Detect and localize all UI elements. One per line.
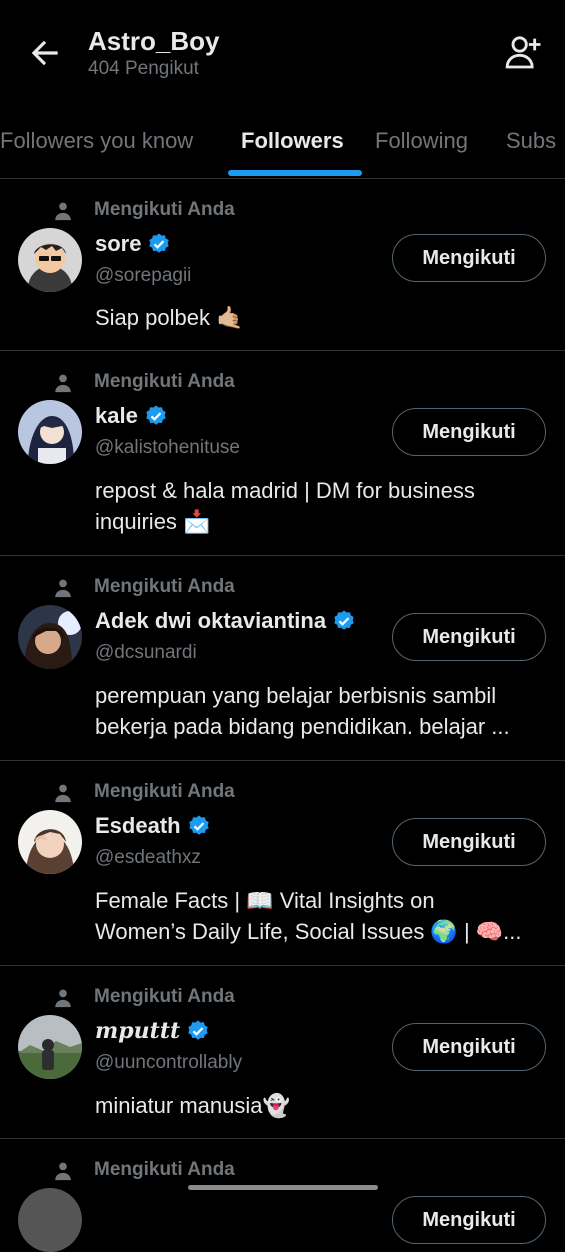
verified-badge-icon <box>146 405 166 425</box>
display-name: mputtt <box>95 1018 181 1044</box>
avatar[interactable] <box>18 228 82 292</box>
follows-you-label: Mengikuti Anda <box>94 781 235 802</box>
person-icon <box>55 202 71 221</box>
tab-bar: Followers you know Followers Following S… <box>0 108 565 179</box>
user-bio: miniatur manusia👻 <box>95 1093 290 1118</box>
follower-count: 404 Pengikut <box>88 58 199 79</box>
list-item[interactable]: Mengikuti Anda kale @kalistohenituse Men… <box>0 351 565 556</box>
avatar[interactable] <box>18 605 82 669</box>
home-indicator[interactable] <box>188 1185 378 1190</box>
avatar[interactable] <box>18 400 82 464</box>
profile-header: Astro_Boy 404 Pengikut <box>0 0 565 108</box>
display-name: Adek dwi oktaviantina <box>95 608 327 633</box>
name-row: Esdeath <box>95 813 211 839</box>
back-arrow-icon[interactable] <box>26 34 64 72</box>
person-icon <box>55 374 71 393</box>
display-name: Esdeath <box>95 813 181 838</box>
active-tab-indicator <box>228 170 362 176</box>
add-user-icon[interactable] <box>503 32 543 72</box>
following-button[interactable]: Mengikuti <box>392 1196 546 1244</box>
avatar[interactable] <box>18 1188 82 1252</box>
follows-you-context: Mengikuti Anda <box>52 1159 235 1183</box>
person-icon <box>55 579 71 598</box>
verified-badge-icon <box>334 610 354 630</box>
display-name: kale <box>95 403 138 428</box>
follows-you-context: Mengikuti Anda <box>52 371 235 395</box>
followers-list: Mengikuti Anda sore @sorepagii Mengikuti… <box>0 179 565 1252</box>
following-button[interactable]: Mengikuti <box>392 408 546 456</box>
avatar[interactable] <box>18 1015 82 1079</box>
follows-you-label: Mengikuti Anda <box>94 1159 235 1180</box>
verified-badge-icon <box>149 233 170 253</box>
follows-you-label: Mengikuti Anda <box>94 986 235 1007</box>
user-bio: Female Facts | 📖 Vital Insights on Women… <box>95 888 522 944</box>
list-item[interactable]: Mengikuti Anda sore @sorepagii Mengikuti… <box>0 179 565 351</box>
username: @kalistohenituse <box>95 437 240 458</box>
follows-you-context: Mengikuti Anda <box>52 576 235 600</box>
username: @sorepagii <box>95 265 192 286</box>
page-title: Astro_Boy <box>88 26 220 56</box>
follows-you-label: Mengikuti Anda <box>94 371 235 392</box>
following-button[interactable]: Mengikuti <box>392 818 546 866</box>
avatar[interactable] <box>18 810 82 874</box>
follows-you-label: Mengikuti Anda <box>94 576 235 597</box>
username: @esdeathxz <box>95 847 201 868</box>
person-icon <box>55 784 71 803</box>
user-bio: perempuan yang belajar berbisnis sambil … <box>95 683 510 739</box>
follows-you-context: Mengikuti Anda <box>52 199 235 223</box>
user-bio: repost & hala madrid | DM for business i… <box>95 478 475 534</box>
name-row: kale <box>95 403 168 429</box>
name-row: Adek dwi oktaviantina <box>95 608 356 634</box>
tab-followers[interactable]: Followers <box>241 128 344 154</box>
display-name: sore <box>95 231 142 256</box>
list-item[interactable]: Mengikuti Anda Esdeath @esdeathxz Mengik… <box>0 761 565 966</box>
following-button[interactable]: Mengikuti <box>392 1023 546 1071</box>
follows-you-label: Mengikuti Anda <box>94 199 235 220</box>
follows-you-context: Mengikuti Anda <box>52 781 235 805</box>
list-item[interactable]: Mengikuti Anda Mengikuti <box>0 1139 565 1252</box>
username: @uuncontrollably <box>95 1052 243 1073</box>
tab-following[interactable]: Following <box>375 128 468 154</box>
verified-badge-icon <box>188 1020 208 1040</box>
list-item[interactable]: Mengikuti Anda Adek dwi oktaviantina @dc… <box>0 556 565 761</box>
person-icon <box>55 1162 71 1181</box>
user-bio: Siap polbek 🤙🏼 <box>95 305 244 330</box>
list-item[interactable]: Mengikuti Anda mputtt @uuncontrollably M… <box>0 966 565 1139</box>
tab-subscriptions[interactable]: Subs <box>506 128 556 154</box>
username: @dcsunardi <box>95 642 197 663</box>
following-button[interactable]: Mengikuti <box>392 613 546 661</box>
name-row: mputtt <box>95 1018 210 1044</box>
person-icon <box>55 989 71 1008</box>
verified-badge-icon <box>188 815 209 835</box>
tab-followers-you-know[interactable]: Followers you know <box>0 128 193 154</box>
following-button[interactable]: Mengikuti <box>392 234 546 282</box>
name-row: sore <box>95 231 171 257</box>
follows-you-context: Mengikuti Anda <box>52 986 235 1010</box>
